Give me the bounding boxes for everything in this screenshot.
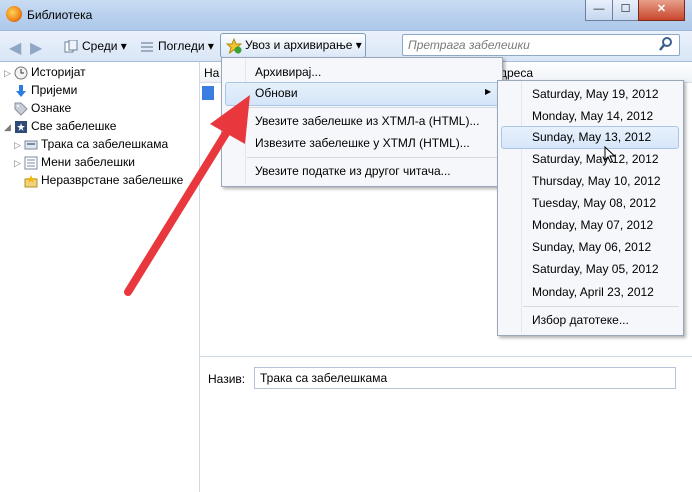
import-star-icon (225, 37, 243, 55)
menu-separator (247, 157, 499, 158)
sidebar-item-downloads[interactable]: Пријеми (4, 81, 77, 99)
history-icon (14, 66, 28, 80)
restore-date-item[interactable]: Thursday, May 10, 2012 (532, 170, 661, 192)
restore-date-item[interactable]: Monday, May 14, 2012 (532, 105, 653, 127)
views-label: Погледи ▾ (158, 39, 214, 53)
menu-item-import-html[interactable]: Увезите забелешке из ХТМЛ-а (HTML)... (255, 110, 479, 132)
annotation-arrow-icon (110, 90, 280, 300)
submenu-arrow-icon: ▶ (485, 87, 492, 96)
sidebar-item-tags[interactable]: Ознаке (4, 99, 71, 117)
all-bookmarks-icon (14, 120, 28, 134)
import-backup-button[interactable]: Увоз и архивирање ▾ (220, 33, 366, 58)
column-name-header[interactable]: На (204, 66, 219, 80)
menu-gutter (521, 81, 522, 333)
back-arrow-icon[interactable]: ◀ (9, 38, 21, 58)
organize-button[interactable]: Среди ▾ (60, 36, 131, 56)
forward-arrow-icon[interactable]: ▶ (30, 38, 42, 58)
column-location-header[interactable]: дреса (500, 66, 533, 80)
views-button[interactable]: Погледи ▾ (136, 36, 218, 56)
menu-item-export-html[interactable]: Извезите забелешке у ХТМЛ (HTML)... (255, 132, 470, 154)
downloads-icon (14, 84, 28, 98)
maximize-button[interactable]: ☐ (612, 0, 639, 21)
details-separator (200, 356, 692, 357)
menu-separator (247, 107, 499, 108)
restore-date-item[interactable]: Monday, May 07, 2012 (532, 214, 653, 236)
bookmarks-menu-icon (24, 156, 38, 170)
name-label: Назив: (208, 372, 246, 386)
organize-label: Среди ▾ (82, 39, 127, 53)
organize-icon (64, 39, 78, 54)
import-backup-label: Увоз и архивирање ▾ (245, 38, 362, 52)
restore-date-item[interactable]: Tuesday, May 08, 2012 (532, 192, 656, 214)
menu-item-import-other[interactable]: Увезите податке из другог читача... (255, 160, 451, 182)
restore-date-item[interactable]: Saturday, May 12, 2012 (532, 148, 659, 170)
name-value: Трака са забелешкама (260, 371, 388, 385)
search-icon[interactable] (658, 36, 674, 52)
bookmarks-toolbar-icon (24, 138, 38, 152)
sidebar-item-history[interactable]: ▷ Историјат (4, 63, 86, 81)
restore-date-item[interactable]: Sunday, May 13, 2012 (532, 126, 651, 148)
menu-item-choose-file[interactable]: Избор датотеке... (532, 309, 629, 331)
restore-date-item[interactable]: Monday, April 23, 2012 (532, 281, 654, 303)
firefox-icon (6, 6, 22, 22)
views-icon (140, 40, 154, 54)
unsorted-bookmarks-icon (24, 174, 38, 188)
expand-triangle-icon[interactable]: ▷ (14, 136, 24, 154)
sidebar-item-all-bookmarks[interactable]: ◢ Све забелешке (4, 117, 117, 136)
restore-date-item[interactable]: Saturday, May 05, 2012 (532, 258, 659, 280)
window-title: Библиотека (27, 8, 93, 22)
restore-date-item[interactable]: Sunday, May 06, 2012 (532, 236, 651, 258)
menu-separator (523, 306, 679, 307)
mouse-cursor-icon (604, 145, 616, 164)
menu-item-backup[interactable]: Архивирај... (255, 61, 321, 83)
restore-date-item[interactable]: Saturday, May 19, 2012 (532, 83, 659, 105)
tags-icon (14, 102, 28, 116)
collapse-triangle-icon[interactable]: ◢ (4, 118, 14, 136)
search-placeholder: Претрага забелешки (408, 38, 530, 52)
expand-triangle-icon[interactable]: ▷ (4, 64, 14, 82)
expand-triangle-icon[interactable]: ▷ (14, 154, 24, 172)
close-button[interactable]: ✕ (638, 0, 685, 21)
minimize-button[interactable]: — (585, 0, 613, 21)
